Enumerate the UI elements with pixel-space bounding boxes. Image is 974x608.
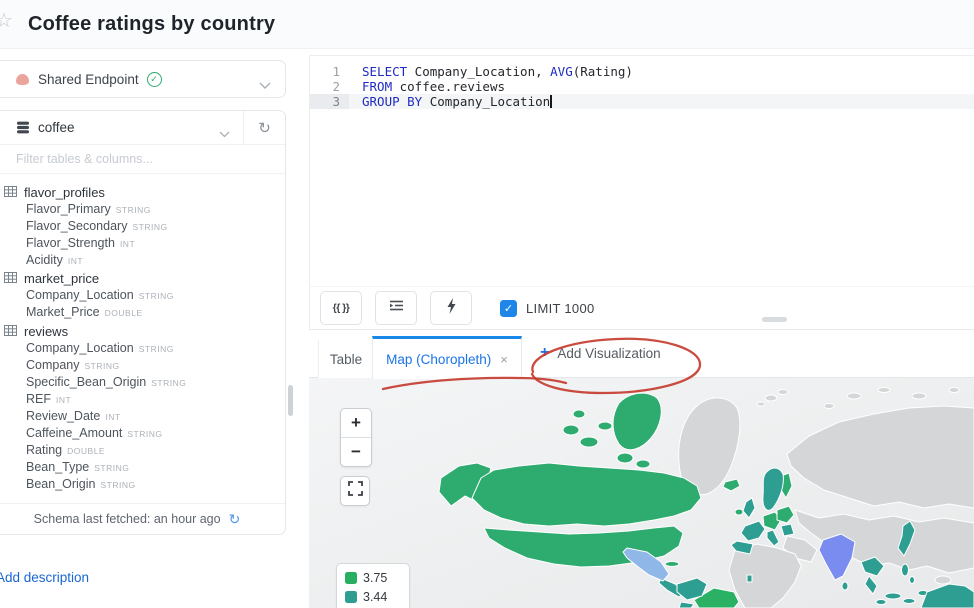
indent-icon [389, 299, 404, 317]
fullscreen-icon [348, 481, 363, 501]
results-tabbar: Table Map (Choropleth) × + Add Visualiza… [309, 330, 974, 378]
table-name: market_price [24, 271, 99, 286]
column-item[interactable]: Flavor_StrengthINT [4, 236, 285, 253]
plus-icon: + [540, 345, 549, 361]
column-item[interactable]: CompanySTRING [4, 358, 285, 375]
sql-editor[interactable]: 1 SELECT Company_Location, AVG(Rating) 2… [309, 55, 974, 287]
legend-item: 3.75 [345, 571, 401, 585]
column-item[interactable]: Caffeine_AmountSTRING [4, 426, 285, 443]
database-selector[interactable]: coffee ↻ [0, 111, 285, 145]
table-name: reviews [24, 324, 68, 339]
variables-button[interactable]: {{ }} [320, 291, 362, 325]
table-icon [4, 271, 17, 286]
filter-input[interactable] [0, 151, 258, 167]
line-number: 2 [310, 79, 349, 94]
legend-item: 3.44 [345, 590, 401, 604]
column-type: INT [68, 256, 83, 266]
refresh-schema-button[interactable]: ↻ [243, 111, 285, 144]
database-name: coffee [38, 120, 75, 135]
zoom-in-button[interactable]: + [341, 409, 371, 438]
code-line-active: 3 GROUP BY Company_Location [310, 94, 974, 109]
chevron-down-icon [259, 77, 271, 95]
page-title: Coffee ratings by country [28, 13, 275, 36]
column-item[interactable]: Company_LocationSTRING [4, 288, 285, 305]
column-type: INT [56, 395, 71, 405]
fullscreen-button[interactable] [340, 476, 370, 506]
column-item[interactable]: Specific_Bean_OriginSTRING [4, 375, 285, 392]
refresh-icon[interactable]: ↻ [229, 512, 241, 526]
column-type: STRING [116, 205, 151, 215]
column-item[interactable]: Bean_TypeSTRING [4, 460, 285, 477]
limit-control: ✓ LIMIT 1000 [500, 300, 595, 317]
column-type: STRING [94, 463, 129, 473]
column-type: STRING [132, 222, 167, 232]
text-cursor [550, 95, 552, 108]
database-icon [16, 121, 30, 134]
add-visualization-button[interactable]: + Add Visualization [540, 345, 661, 361]
column-type: DOUBLE [105, 308, 143, 318]
connected-check-icon: ✓ [147, 72, 162, 87]
column-type: STRING [151, 378, 186, 388]
sidebar-scrollbar[interactable] [288, 385, 293, 416]
tab-table[interactable]: Table [318, 340, 374, 378]
choropleth-map[interactable]: + − 3.75 3.44 3.12 [309, 378, 974, 608]
app-window: ☆ Coffee ratings by country Shared Endpo… [0, 0, 974, 608]
table-icon [4, 324, 17, 339]
schema-tree: flavor_profiles Flavor_PrimarySTRING Fla… [0, 174, 285, 494]
lightning-icon [446, 298, 457, 319]
table-icon [4, 185, 17, 200]
column-type: STRING [85, 361, 120, 371]
column-item[interactable]: Flavor_SecondarySTRING [4, 219, 285, 236]
column-item[interactable]: RatingDOUBLE [4, 443, 285, 460]
filter-row [0, 145, 285, 174]
zoom-out-button[interactable]: − [341, 438, 371, 466]
format-query-button[interactable] [375, 291, 417, 325]
table-item[interactable]: market_price [4, 270, 285, 289]
column-type: STRING [139, 291, 174, 301]
braces-icon: {{ }} [333, 302, 350, 314]
table-name: flavor_profiles [24, 185, 105, 200]
run-shortcut-button[interactable] [430, 291, 472, 325]
code-lines: 1 SELECT Company_Location, AVG(Rating) 2… [310, 64, 974, 109]
connection-label: Shared Endpoint [38, 72, 139, 87]
column-item[interactable]: Bean_OriginSTRING [4, 477, 285, 494]
connection-selector[interactable]: Shared Endpoint ✓ [0, 60, 286, 98]
column-type: STRING [101, 480, 136, 490]
column-type: STRING [139, 344, 174, 354]
add-description-link[interactable]: Add description [0, 570, 89, 585]
panel-resize-handle[interactable] [762, 317, 787, 322]
table-item[interactable]: reviews [4, 322, 285, 341]
tab-map-choropleth[interactable]: Map (Choropleth) × [372, 336, 522, 379]
editor-toolbar: {{ }} ✓ LIMIT 1000 [309, 286, 974, 330]
chevron-down-icon [219, 125, 230, 143]
page-header: ☆ Coffee ratings by country [0, 0, 974, 49]
column-type: DOUBLE [67, 446, 105, 456]
endpoint-icon [16, 74, 29, 85]
legend-swatch [345, 591, 357, 603]
limit-checkbox[interactable]: ✓ [500, 300, 517, 317]
table-item[interactable]: flavor_profiles [4, 183, 285, 202]
close-icon[interactable]: × [500, 352, 508, 367]
column-item[interactable]: Company_LocationSTRING [4, 341, 285, 358]
schema-status: Schema last fetched: an hour ago ↻ [0, 503, 285, 534]
column-type: INT [105, 412, 120, 422]
line-number: 3 [310, 94, 349, 109]
line-number: 1 [310, 64, 349, 79]
column-type: INT [120, 239, 135, 249]
legend-swatch [345, 572, 357, 584]
code-line: 2 FROM coffee.reviews [310, 79, 974, 94]
column-item[interactable]: Review_DateINT [4, 409, 285, 426]
code-line: 1 SELECT Company_Location, AVG(Rating) [310, 64, 974, 79]
column-type: STRING [127, 429, 162, 439]
column-item[interactable]: Market_PriceDOUBLE [4, 305, 285, 322]
column-item[interactable]: Flavor_PrimarySTRING [4, 202, 285, 219]
schema-browser: coffee ↻ flavor_profiles Flavor_PrimaryS… [0, 110, 286, 535]
map-zoom-control: + − [340, 408, 372, 467]
map-legend: 3.75 3.44 3.12 [336, 563, 410, 608]
column-item[interactable]: REFINT [4, 392, 285, 409]
favorite-star-icon[interactable]: ☆ [0, 11, 13, 31]
column-item[interactable]: AcidityINT [4, 253, 285, 270]
limit-label: LIMIT 1000 [526, 301, 595, 316]
